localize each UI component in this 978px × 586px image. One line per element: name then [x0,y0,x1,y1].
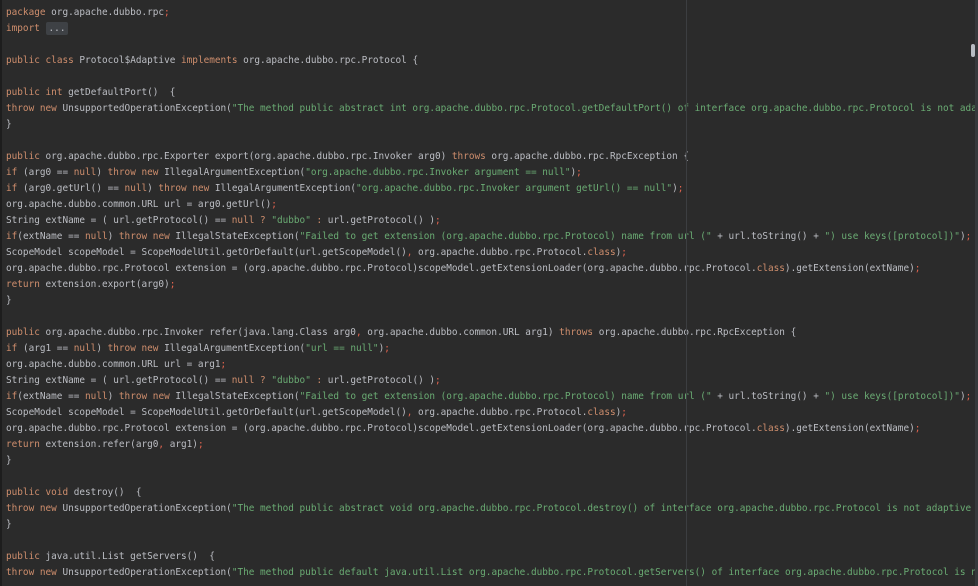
code-line [6,133,978,149]
code-line: return extension.refer(arg0, arg1); [6,437,978,453]
code-line: if (arg0.getUrl() == null) throw new Ill… [6,181,978,197]
vertical-scrollbar[interactable] [969,0,978,586]
code-line: } [6,517,978,533]
code-line: org.apache.dubbo.common.URL url = arg0.g… [6,197,978,213]
code-line [6,69,978,85]
code-line: org.apache.dubbo.rpc.Protocol extension … [6,421,978,437]
scrollbar-thumb[interactable] [971,44,975,57]
code-line: } [6,453,978,469]
code-line: if (arg1 == null) throw new IllegalArgum… [6,341,978,357]
code-line: public java.util.List getServers() { [6,549,978,565]
code-line: if(extName == null) throw new IllegalSta… [6,229,978,245]
code-line: throw new UnsupportedOperationException(… [6,101,978,117]
code-line [6,533,978,549]
code-line: package org.apache.dubbo.rpc; [6,5,978,21]
code-line: public void destroy() { [6,485,978,501]
code-line: ScopeModel scopeModel = ScopeModelUtil.g… [6,405,978,421]
code-line: throw new UnsupportedOperationException(… [6,565,978,581]
code-line: public int getDefaultPort() { [6,85,978,101]
code-line: ScopeModel scopeModel = ScopeModelUtil.g… [6,245,978,261]
code-line: import ... [6,21,978,37]
code-line: org.apache.dubbo.common.URL url = arg1; [6,357,978,373]
code-line [6,469,978,485]
code-line: } [6,117,978,133]
code-line: String extName = ( url.getProtocol() == … [6,213,978,229]
code-line: org.apache.dubbo.rpc.Protocol extension … [6,261,978,277]
code-line: } [6,293,978,309]
right-margin-guide [686,0,687,586]
code-line: public org.apache.dubbo.rpc.Invoker refe… [6,325,978,341]
code-line: public org.apache.dubbo.rpc.Exporter exp… [6,149,978,165]
code-line: public class Protocol$Adaptive implement… [6,53,978,69]
editor-left-edge [0,0,2,586]
code-line: String extName = ( url.getProtocol() == … [6,373,978,389]
code-line [6,309,978,325]
code-editor[interactable]: package org.apache.dubbo.rpc;import ... p… [0,0,978,586]
code-line: return extension.export(arg0); [6,277,978,293]
code-line: throw new UnsupportedOperationException(… [6,501,978,517]
code-line: if(extName == null) throw new IllegalSta… [6,389,978,405]
code-line: if (arg0 == null) throw new IllegalArgum… [6,165,978,181]
code-line [6,37,978,53]
code-area[interactable]: package org.apache.dubbo.rpc;import ... p… [6,5,978,586]
